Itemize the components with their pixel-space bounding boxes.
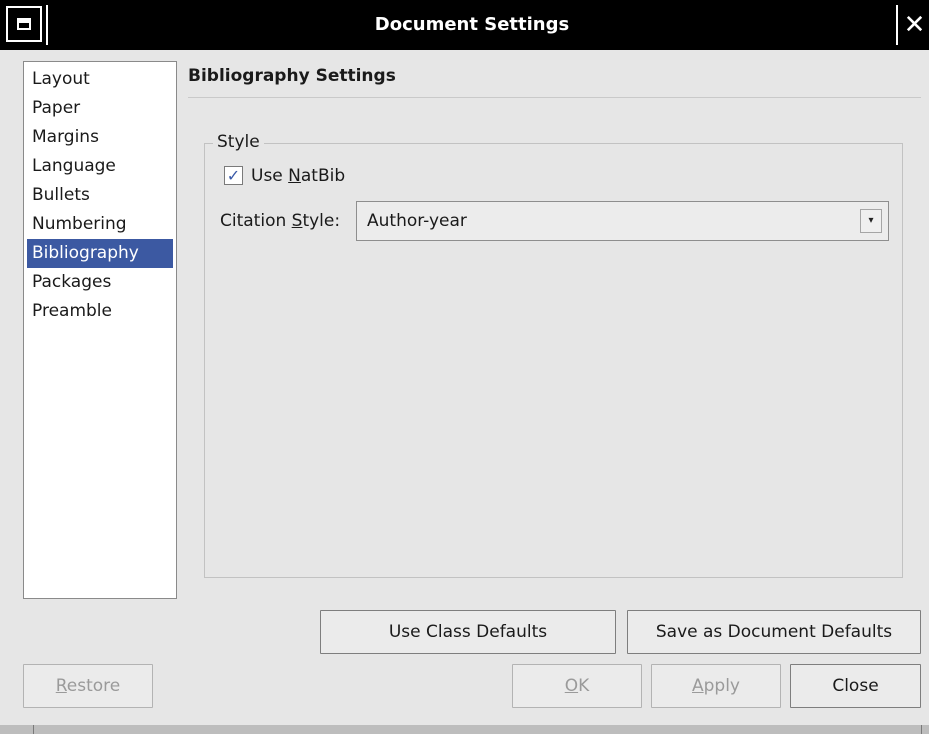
- sidebar-item-language[interactable]: Language: [27, 152, 173, 181]
- apply-label: pply: [703, 676, 740, 696]
- citation-style-dropdown[interactable]: Author-year ▾: [356, 201, 889, 241]
- style-group-label: Style: [213, 130, 264, 154]
- close-button[interactable]: Close: [790, 664, 921, 708]
- ok-mnemonic: O: [564, 676, 579, 696]
- use-natbib-checkbox[interactable]: ✓: [224, 166, 243, 185]
- use-natbib-label-post: atBib: [300, 166, 346, 186]
- sidebar-item-bullets[interactable]: Bullets: [27, 181, 173, 210]
- window-bottom-edge: [0, 725, 929, 734]
- citation-style-mnemonic: S: [291, 211, 303, 231]
- sidebar-item-preamble[interactable]: Preamble: [27, 297, 173, 326]
- use-natbib-mnemonic: N: [288, 166, 301, 186]
- apply-button[interactable]: Apply: [651, 664, 781, 708]
- panel-title: Bibliography Settings: [188, 66, 396, 86]
- citation-style-value: Author-year: [367, 211, 467, 231]
- sidebar-item-margins[interactable]: Margins: [27, 123, 173, 152]
- title-separator: [896, 5, 898, 45]
- window-title: Document Settings: [374, 14, 570, 35]
- title-divider: [188, 97, 921, 98]
- citation-style-label-pre: Citation: [220, 211, 292, 231]
- sidebar-item-packages[interactable]: Packages: [27, 268, 173, 297]
- close-icon[interactable]: ✕: [900, 0, 929, 50]
- ok-label: K: [578, 676, 590, 696]
- sidebar-item-bibliography[interactable]: Bibliography: [27, 239, 173, 268]
- sidebar-item-paper[interactable]: Paper: [27, 94, 173, 123]
- restore-button[interactable]: Restore: [23, 664, 153, 708]
- citation-style-label-post: tyle:: [302, 211, 341, 231]
- use-class-defaults-button[interactable]: Use Class Defaults: [320, 610, 616, 654]
- use-natbib-label-pre: Use: [251, 166, 289, 186]
- settings-category-list: Layout Paper Margins Language Bullets Nu…: [23, 61, 177, 599]
- edge-divider: [33, 725, 34, 734]
- save-as-document-defaults-button[interactable]: Save as Document Defaults: [627, 610, 921, 654]
- title-bar: Document Settings ✕: [0, 0, 929, 50]
- edge-divider: [921, 725, 922, 734]
- apply-mnemonic: A: [691, 676, 704, 696]
- sidebar-item-layout[interactable]: Layout: [27, 65, 173, 94]
- sidebar-item-numbering[interactable]: Numbering: [27, 210, 173, 239]
- restore-label: estore: [66, 676, 121, 696]
- citation-style-label: Citation Style:: [220, 208, 340, 234]
- window-menu-icon[interactable]: [6, 6, 42, 42]
- chevron-down-icon[interactable]: ▾: [860, 209, 882, 233]
- use-natbib-label[interactable]: Use NatBib: [251, 163, 345, 189]
- ok-button[interactable]: OK: [512, 664, 642, 708]
- restore-mnemonic: R: [55, 676, 67, 696]
